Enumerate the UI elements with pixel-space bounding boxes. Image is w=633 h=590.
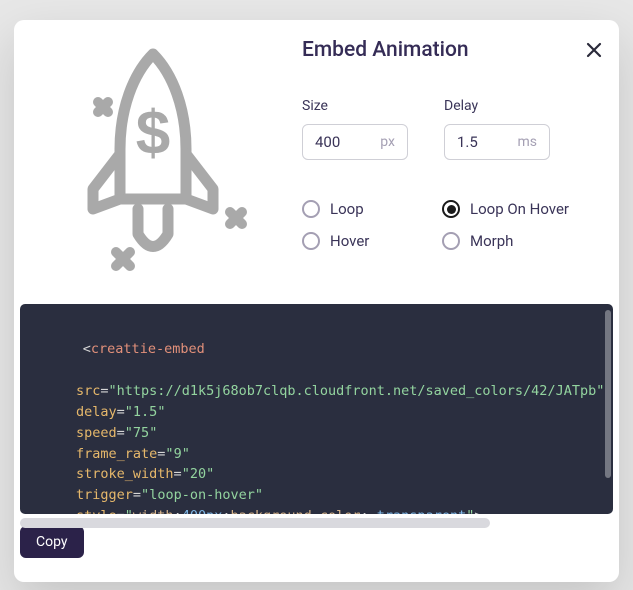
delay-input-wrap[interactable]: ms (444, 124, 550, 160)
delay-unit: ms (517, 134, 537, 150)
modal-upper: $ Embed Animation S (14, 20, 619, 304)
code-src: https://d1k5j68ob7clqb.cloudfront.net/sa… (117, 383, 597, 399)
code-snippet[interactable]: <creattie-embed src="https://d1k5j68ob7c… (20, 304, 613, 514)
animation-preview: $ (28, 34, 278, 284)
code-hscrollbar[interactable] (20, 518, 490, 528)
copy-button[interactable]: Copy (20, 526, 84, 558)
code-style-width: 400px (182, 508, 223, 514)
delay-field: Delay ms (444, 98, 550, 160)
code-tag-open: creattie-embed (91, 341, 205, 357)
code-style-bg: transparent (377, 508, 466, 514)
radio-bullet-icon (302, 200, 320, 218)
field-row: Size px Delay ms (302, 98, 605, 160)
embed-modal: $ Embed Animation S (14, 20, 619, 582)
code-trigger: loop-on-hover (149, 487, 255, 503)
code-speed: 75 (133, 425, 149, 441)
radio-bullet-icon (442, 232, 460, 250)
size-input-wrap[interactable]: px (302, 124, 408, 160)
radio-morph[interactable]: Morph (442, 232, 582, 250)
code-delay: 1.5 (133, 404, 157, 420)
close-button[interactable] (583, 39, 605, 61)
close-icon (586, 42, 602, 58)
svg-text:$: $ (136, 99, 170, 168)
radio-label: Loop On Hover (470, 200, 569, 218)
size-label: Size (302, 98, 408, 114)
trigger-options: Loop Loop On Hover Hover Morph (302, 200, 605, 250)
size-unit: px (380, 134, 395, 150)
modal-title: Embed Animation (302, 38, 469, 62)
radio-label: Hover (330, 232, 369, 250)
delay-label: Delay (444, 98, 550, 114)
radio-hover[interactable]: Hover (302, 232, 442, 250)
size-input[interactable] (315, 133, 372, 151)
titlebar: Embed Animation (302, 38, 605, 62)
delay-input[interactable] (457, 133, 509, 151)
radio-bullet-icon (302, 232, 320, 250)
controls-panel: Embed Animation Size px Delay (302, 34, 605, 284)
size-field: Size px (302, 98, 408, 160)
code-frame-rate: 9 (174, 446, 182, 462)
radio-bullet-icon (442, 200, 460, 218)
radio-label: Loop (330, 200, 364, 218)
radio-loop-on-hover[interactable]: Loop On Hover (442, 200, 582, 218)
radio-label: Morph (470, 232, 513, 250)
radio-loop[interactable]: Loop (302, 200, 442, 218)
code-stroke-width: 20 (190, 466, 206, 482)
rocket-icon: $ (48, 34, 258, 284)
code-vscrollbar[interactable] (605, 310, 611, 478)
